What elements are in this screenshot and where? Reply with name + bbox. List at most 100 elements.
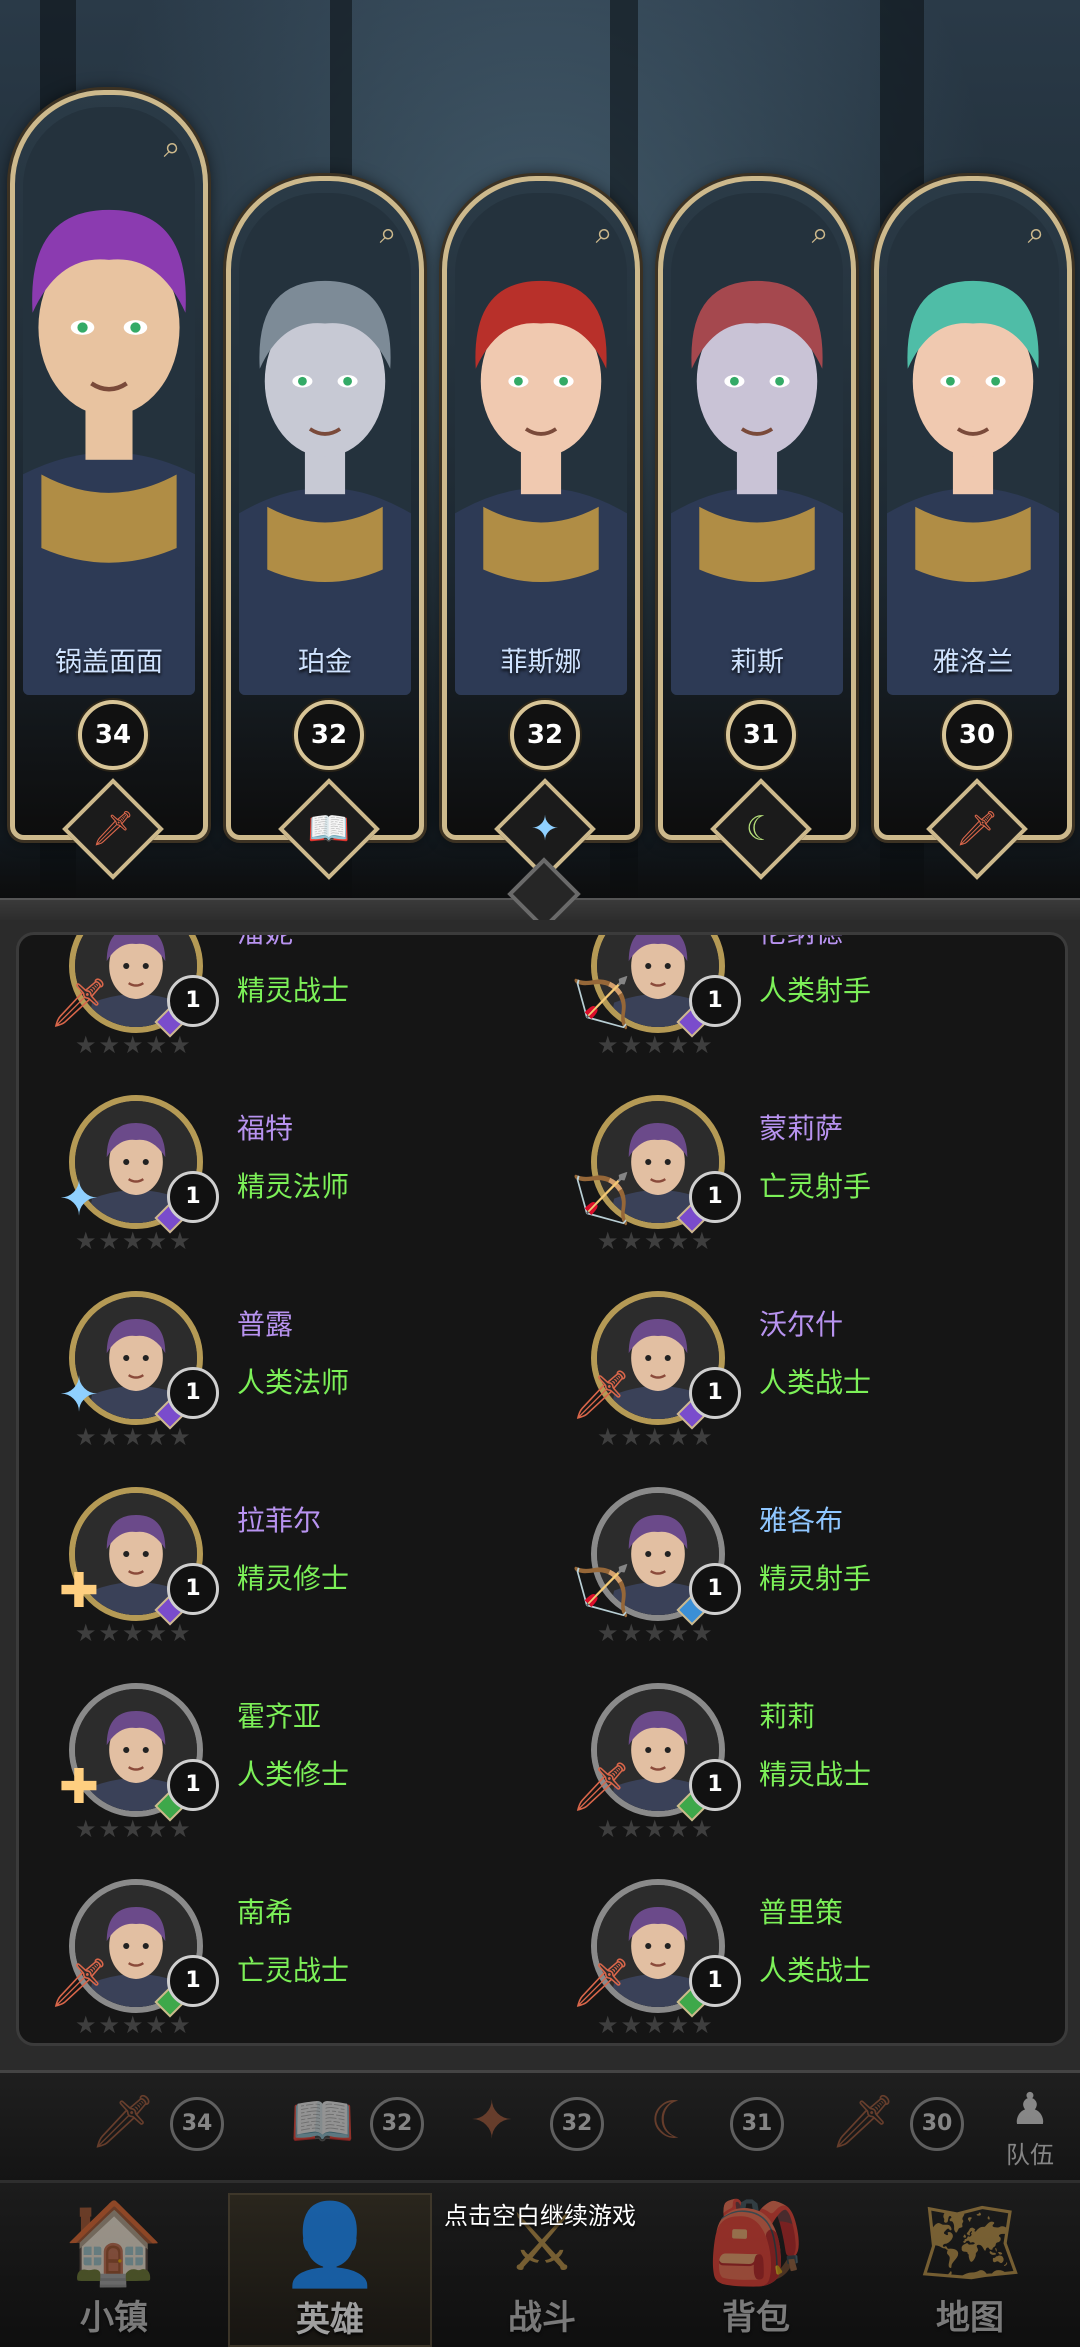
party-card[interactable]: ⌕ 菲斯娜 32 ✦ bbox=[442, 176, 640, 880]
party-slot[interactable]: 🗡 30 bbox=[810, 2091, 1000, 2171]
hero-level: 1 bbox=[689, 1955, 741, 2007]
magnifier-icon[interactable]: ⌕ bbox=[1019, 217, 1053, 251]
sword-icon: 🗡 bbox=[49, 975, 110, 1031]
party-card[interactable]: ⌕ 雅洛兰 30 🗡 bbox=[874, 176, 1072, 880]
hero-portrait-art bbox=[671, 193, 843, 695]
party-mini-bar: 🗡 34 📖 32 ✦ 32 ☾ 31 🗡 30 ♟ 队伍 bbox=[0, 2070, 1080, 2183]
party-portrait bbox=[455, 193, 627, 695]
hero-list-item[interactable]: ✚ 1 ★★★★★ 拉菲尔 精灵修士 bbox=[29, 1471, 529, 1647]
star-rating: ★★★★★ bbox=[597, 1031, 715, 1059]
spellbook-icon: 📖 bbox=[307, 809, 351, 849]
star-rating: ★★★★★ bbox=[597, 2011, 715, 2039]
hero-name: 普里策 bbox=[759, 1896, 844, 1929]
hero-level: 1 bbox=[689, 1759, 741, 1811]
hero-portrait-art bbox=[239, 193, 411, 695]
sword-icon: 🗡 bbox=[49, 1955, 110, 2011]
sword-icon: 🗡 bbox=[571, 1759, 632, 1815]
hero-name: 南希 bbox=[237, 1896, 294, 1929]
magnifier-icon[interactable]: ⌕ bbox=[587, 217, 621, 251]
hero-level: 1 bbox=[167, 1563, 219, 1615]
star-rating: ★★★★★ bbox=[75, 1227, 193, 1255]
star-rating: ★★★★★ bbox=[597, 1227, 715, 1255]
sword-icon: 🗡 bbox=[571, 1955, 632, 2011]
party-portrait bbox=[671, 193, 843, 695]
hero-role: 人类射手 bbox=[759, 974, 872, 1007]
hero-name: 雅各布 bbox=[759, 1504, 844, 1537]
hero-portrait-art bbox=[23, 107, 195, 695]
hero-role: 人类法师 bbox=[237, 1366, 350, 1399]
party-member-level: 31 bbox=[726, 700, 796, 770]
hero-role: 亡灵战士 bbox=[237, 1954, 350, 1987]
hero-list-item[interactable]: 🗡 1 ★★★★★ 南希亡灵战士 bbox=[29, 1863, 529, 2039]
star-rating: ★★★★★ bbox=[75, 2011, 193, 2039]
hero-list-item[interactable]: ✦ 1 ★★★★★ 福特精灵法师 bbox=[29, 1079, 529, 1255]
star-rating: ★★★★★ bbox=[75, 1031, 193, 1059]
staff-icon: ✦ bbox=[530, 809, 560, 849]
hero-list-item[interactable]: 🗡 1 ★★★★★ 潘妮 精灵战士 bbox=[29, 932, 529, 1059]
party-slot[interactable]: ☾ 31 bbox=[630, 2091, 820, 2171]
party-slot[interactable]: ✦ 32 bbox=[450, 2091, 640, 2171]
nav-label: 地图 bbox=[936, 2298, 1004, 2338]
hero-list-item[interactable]: 🏹 1 ★★★★★ 蒙莉萨 亡灵射手 bbox=[551, 1079, 1051, 1255]
hero-name: 沃尔什 bbox=[759, 1308, 844, 1341]
hero-role: 精灵修士 bbox=[237, 1562, 350, 1595]
party-member-name: 雅洛兰 bbox=[932, 647, 1014, 678]
holy-cross-icon: ✚ bbox=[58, 1759, 100, 1815]
hero-level: 1 bbox=[689, 975, 741, 1027]
party-slot[interactable]: 🗡 34 bbox=[70, 2091, 260, 2171]
party-member-name: 锅盖面面 bbox=[55, 647, 163, 678]
hero-name: 伦纳德 bbox=[759, 932, 844, 949]
staff-icon: ✦ bbox=[58, 1171, 100, 1227]
staff-icon: ✦ bbox=[470, 2091, 514, 2151]
star-rating: ★★★★★ bbox=[597, 1815, 715, 1843]
hero-name: 潘妮 bbox=[237, 932, 294, 949]
hero-role: 人类修士 bbox=[237, 1758, 350, 1791]
hero-level: 1 bbox=[167, 1759, 219, 1811]
hero-list-item[interactable]: ✚ 1 ★★★★★ 霍齐亚 人类修士 bbox=[29, 1667, 529, 1843]
magnifier-icon[interactable]: ⌕ bbox=[803, 217, 837, 251]
hero-name: 莉莉 bbox=[759, 1700, 816, 1733]
bow-icon: 🏹 bbox=[571, 975, 631, 1031]
magnifier-icon[interactable]: ⌕ bbox=[371, 217, 405, 251]
party-member-level: 30 bbox=[942, 700, 1012, 770]
party-member-name: 菲斯娜 bbox=[500, 647, 582, 678]
hero-list-item[interactable]: ✦ 1 ★★★★★ 普露 人类法师 bbox=[29, 1275, 529, 1451]
hero-level: 1 bbox=[167, 1171, 219, 1223]
hero-role: 人类战士 bbox=[759, 1954, 872, 1987]
party-slot[interactable]: 📖 32 bbox=[270, 2091, 460, 2171]
bow-icon: 🏹 bbox=[571, 1171, 631, 1227]
hero-name: 福特 bbox=[237, 1112, 294, 1145]
sword-icon: 🗡 bbox=[955, 809, 999, 849]
hero-list-panel[interactable]: 🗡 1 ★★★★★ 潘妮精灵战士 🏹 1 ★★★★★ 伦纳德人类射手 ✦ 1 ★★★★★ 福特精灵… bbox=[16, 932, 1068, 2046]
hero-list-item[interactable]: 🗡 1 ★★★★★ 沃尔什 人类战士 bbox=[551, 1275, 1051, 1451]
hero-level: 1 bbox=[689, 1563, 741, 1615]
party-member-name: 莉斯 bbox=[730, 647, 784, 678]
party-member-level: 32 bbox=[510, 700, 580, 770]
hero-level: 1 bbox=[167, 1955, 219, 2007]
hero-list-item[interactable]: 🏹 1 ★★★★★ 雅各布精灵射手 bbox=[551, 1471, 1051, 1647]
staff-icon: ✦ bbox=[58, 1367, 100, 1423]
holy-cross-icon: ✚ bbox=[58, 1563, 100, 1619]
hero-list-item[interactable]: 🏹 1 ★★★★★ 伦纳德人类射手 bbox=[551, 932, 1051, 1059]
team-button[interactable]: ♟ 队伍 bbox=[990, 2085, 1070, 2175]
party-slot-level: 32 bbox=[370, 2097, 424, 2151]
party-portrait bbox=[887, 193, 1059, 695]
party-card[interactable]: ⌕ 珀金 32 📖 bbox=[226, 176, 424, 880]
party-card[interactable]: ⌕ 莉斯 31 ☾ bbox=[658, 176, 856, 880]
star-rating: ★★★★★ bbox=[597, 1423, 715, 1451]
hero-role: 精灵射手 bbox=[759, 1562, 872, 1595]
hero-role: 精灵法师 bbox=[237, 1170, 350, 1203]
magnifier-icon[interactable]: ⌕ bbox=[155, 131, 189, 165]
party-slot-level: 31 bbox=[730, 2097, 784, 2151]
hero-role: 精灵战士 bbox=[759, 1758, 872, 1791]
party-member-level: 32 bbox=[294, 700, 364, 770]
hero-list-item[interactable]: 🗡 1 ★★★★★ 莉莉精灵战士 bbox=[551, 1667, 1051, 1843]
hero-list-item[interactable]: 🗡 1 ★★★★★ 普里策人类战士 bbox=[551, 1863, 1051, 2039]
spellbook-icon: 📖 bbox=[290, 2092, 355, 2152]
party-slot-level: 32 bbox=[550, 2097, 604, 2151]
party-card[interactable]: ⌕ 锅盖面面 34 🗡 bbox=[10, 90, 208, 880]
sword-icon: 🗡 bbox=[830, 2092, 897, 2152]
star-rating: ★★★★★ bbox=[597, 1619, 715, 1647]
bow-icon: 🏹 bbox=[571, 1563, 631, 1619]
sickle-icon: ☾ bbox=[650, 2091, 697, 2151]
